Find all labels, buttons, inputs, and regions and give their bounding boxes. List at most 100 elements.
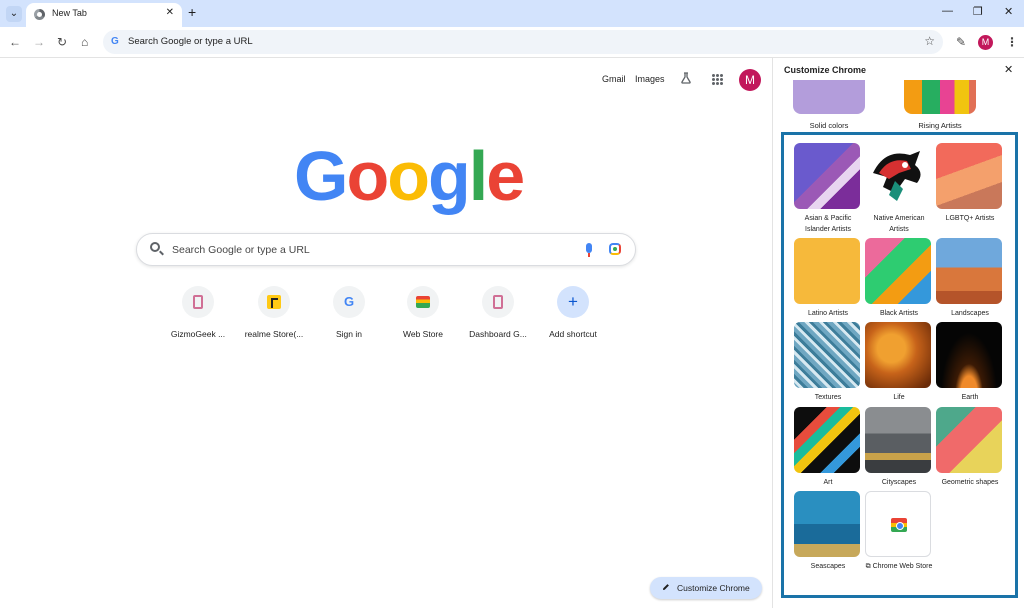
collection-lgbtq-artists[interactable]: LGBTQ+ Artists <box>936 143 1004 225</box>
bookmark-star-icon[interactable]: ☆ <box>924 34 935 48</box>
collection-label: ⧉ Chrome Web Store <box>865 563 933 570</box>
collection-geometric-shapes[interactable]: Geometric shapes <box>936 407 1004 489</box>
collection-label: Landscapes <box>951 310 989 317</box>
customize-chrome-button[interactable]: Customize Chrome <box>650 577 762 599</box>
home-icon[interactable]: ⌂ <box>81 34 88 50</box>
web-store-icon <box>891 518 907 532</box>
phone-favicon-icon <box>493 295 503 309</box>
collection-landscapes[interactable]: Landscapes <box>936 238 1004 320</box>
collection-thumbnail <box>936 322 1002 388</box>
pencil-icon <box>663 584 669 590</box>
collection-label: Earth <box>961 394 979 401</box>
collection-label: Art <box>823 479 833 486</box>
collection-thumbnail <box>936 407 1002 473</box>
shortcut-tile[interactable]: G Sign in <box>309 286 389 339</box>
address-bar[interactable]: G Search Google or type a URL ☆ <box>103 30 943 54</box>
collection-thumbnail <box>865 143 931 209</box>
tab-title: New Tab <box>52 8 87 18</box>
rising-artists-tile[interactable] <box>904 80 976 114</box>
tab-search-button[interactable]: ⌄ <box>6 6 22 22</box>
labs-flask-icon[interactable] <box>680 72 692 84</box>
collection-thumbnail <box>794 322 860 388</box>
phone-favicon-icon <box>193 295 203 309</box>
collection-thumbnail <box>794 238 860 304</box>
back-icon[interactable]: ← <box>9 34 21 50</box>
google-logo: Google <box>294 137 525 215</box>
close-panel-icon[interactable]: ✕ <box>1004 63 1013 76</box>
shortcut-tile[interactable]: GizmoGeek ... <box>158 286 238 339</box>
collection-cityscapes[interactable]: Cityscapes <box>865 407 933 489</box>
shortcut-label: Web Store <box>402 329 443 339</box>
google-g-icon: G <box>111 36 119 47</box>
account-avatar[interactable]: M <box>739 69 761 91</box>
collection-label: Asian & Pacific Islander Artists <box>804 215 852 233</box>
chrome-web-store-tile[interactable]: ⧉ Chrome Web Store <box>865 491 933 573</box>
collection-textures[interactable]: Textures <box>794 322 862 404</box>
menu-icon[interactable]: ⋮ <box>1006 34 1018 50</box>
add-shortcut-button[interactable]: + Add shortcut <box>533 286 613 339</box>
browser-window: ⌄ New Tab ✕ + — ❐ ✕ ← → ↻ ⌂ G Search Goo… <box>0 0 1024 608</box>
collection-label: Black Artists <box>879 310 919 317</box>
solid-colors-label: Solid colors <box>809 121 849 130</box>
google-g-icon: G <box>343 294 355 309</box>
forward-icon[interactable]: → <box>33 34 45 50</box>
rising-artists-label: Rising Artists <box>918 121 962 130</box>
new-tab-button[interactable]: + <box>188 4 196 20</box>
native-art-icon <box>873 151 921 201</box>
shortcut-tile[interactable]: realme Store(... <box>234 286 314 339</box>
collection-thumbnail <box>936 143 1002 209</box>
external-link-icon: ⧉ <box>865 563 873 570</box>
images-link[interactable]: Images <box>635 74 665 84</box>
collection-seascapes[interactable]: Seascapes <box>794 491 862 573</box>
tab-close-icon[interactable]: ✕ <box>166 7 174 18</box>
collection-label: LGBTQ+ Artists <box>945 215 995 222</box>
collection-asian-pacific-islander-artists[interactable]: Asian & Pacific Islander Artists <box>794 143 862 235</box>
collection-earth[interactable]: Earth <box>936 322 1004 404</box>
google-apps-icon[interactable] <box>712 74 723 85</box>
collection-label: Cityscapes <box>881 479 917 486</box>
google-lens-icon[interactable] <box>609 243 621 255</box>
tab-new-tab[interactable]: New Tab ✕ <box>26 3 182 27</box>
shortcut-label: realme Store(... <box>244 329 304 339</box>
tab-strip: ⌄ New Tab ✕ + — ❐ ✕ <box>0 0 1024 27</box>
shortcut-label: GizmoGeek ... <box>170 329 226 339</box>
collection-thumbnail <box>865 322 931 388</box>
shortcut-tile[interactable]: Web Store <box>383 286 463 339</box>
restore-button[interactable]: ❐ <box>973 5 983 18</box>
shortcut-tile[interactable]: Dashboard G... <box>458 286 538 339</box>
customize-chrome-panel: Customize Chrome ✕ Solid colors Rising A… <box>773 58 1024 608</box>
shortcut-label: Add shortcut <box>549 329 597 339</box>
search-box[interactable]: Search Google or type a URL <box>136 233 636 266</box>
collection-thumbnail <box>794 407 860 473</box>
minimize-button[interactable]: — <box>942 5 953 17</box>
close-window-button[interactable]: ✕ <box>1004 5 1013 18</box>
collection-native-american-artists[interactable]: Native American Artists <box>865 143 933 235</box>
collection-label: Native American Artists <box>873 215 925 233</box>
collection-black-artists[interactable]: Black Artists <box>865 238 933 320</box>
pencil-icon[interactable]: ✎ <box>956 34 966 50</box>
collection-thumbnail <box>865 491 931 557</box>
microphone-icon[interactable] <box>586 243 592 257</box>
collection-latino-artists[interactable]: Latino Artists <box>794 238 862 320</box>
address-bar-placeholder: Search Google or type a URL <box>128 36 253 47</box>
shortcut-label: Sign in <box>336 329 362 339</box>
gmail-link[interactable]: Gmail <box>602 74 626 84</box>
collection-grid: Asian & Pacific Islander Artists Native … <box>781 132 1018 598</box>
collection-label: Seascapes <box>810 563 846 570</box>
chrome-icon <box>34 9 45 20</box>
collection-life[interactable]: Life <box>865 322 933 404</box>
reload-icon[interactable]: ↻ <box>57 34 67 50</box>
panel-title: Customize Chrome <box>784 65 867 75</box>
collection-label: Textures <box>814 394 842 401</box>
collection-thumbnail <box>865 238 931 304</box>
collection-label: Geometric shapes <box>941 479 999 486</box>
collection-thumbnail <box>865 407 931 473</box>
search-placeholder: Search Google or type a URL <box>172 244 310 256</box>
toolbar: ← → ↻ ⌂ G Search Google or type a URL ☆ … <box>0 27 1024 58</box>
profile-avatar[interactable]: M <box>978 35 993 50</box>
collection-art[interactable]: Art <box>794 407 862 489</box>
solid-colors-tile[interactable] <box>793 80 865 114</box>
shortcut-label: Dashboard G... <box>469 329 527 339</box>
web-store-icon <box>416 296 430 308</box>
collection-thumbnail <box>936 238 1002 304</box>
